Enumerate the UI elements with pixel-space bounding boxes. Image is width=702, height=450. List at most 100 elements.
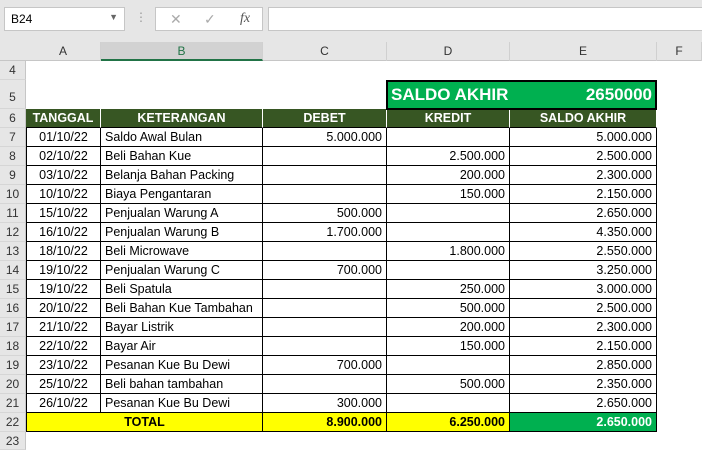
row-header-20[interactable]: 20 (0, 375, 26, 394)
row-header-13[interactable]: 13 (0, 242, 26, 261)
cell-keterangan[interactable]: Belanja Bahan Packing (101, 166, 263, 185)
row-header-5[interactable]: 5 (0, 80, 26, 109)
column-header-d[interactable]: D (387, 42, 510, 61)
cell-tanggal[interactable]: 20/10/22 (26, 299, 101, 318)
cell-debet[interactable] (263, 185, 387, 204)
cell-tanggal[interactable]: 23/10/22 (26, 356, 101, 375)
cell-keterangan[interactable]: Biaya Pengantaran (101, 185, 263, 204)
cell-keterangan[interactable]: Beli Bahan Kue (101, 147, 263, 166)
cell-keterangan[interactable]: Bayar Air (101, 337, 263, 356)
header-saldo-akhir[interactable]: SALDO AKHIR (510, 109, 657, 128)
cell-saldo[interactable]: 2.300.000 (510, 318, 657, 337)
cell-debet[interactable] (263, 375, 387, 394)
row-header-12[interactable]: 12 (0, 223, 26, 242)
cell-saldo[interactable]: 3.250.000 (510, 261, 657, 280)
row-header-9[interactable]: 9 (0, 166, 26, 185)
column-header-c[interactable]: C (263, 42, 387, 61)
cell-keterangan[interactable]: Pesanan Kue Bu Dewi (101, 394, 263, 413)
cell-saldo[interactable]: 2.500.000 (510, 299, 657, 318)
cell-tanggal[interactable]: 10/10/22 (26, 185, 101, 204)
cell-keterangan[interactable]: Pesanan Kue Bu Dewi (101, 356, 263, 375)
cell-keterangan[interactable]: Beli Spatula (101, 280, 263, 299)
cell-kredit[interactable] (387, 394, 510, 413)
cell-debet[interactable] (263, 337, 387, 356)
cell-keterangan[interactable]: Beli bahan tambahan (101, 375, 263, 394)
cell-debet[interactable]: 500.000 (263, 204, 387, 223)
cell-kredit[interactable]: 2.500.000 (387, 147, 510, 166)
cell-keterangan[interactable]: Bayar Listrik (101, 318, 263, 337)
row-header-17[interactable]: 17 (0, 318, 26, 337)
cell-saldo[interactable]: 2.350.000 (510, 375, 657, 394)
cell-saldo[interactable]: 2.850.000 (510, 356, 657, 375)
cell-kredit[interactable]: 150.000 (387, 185, 510, 204)
cell-kredit[interactable]: 250.000 (387, 280, 510, 299)
cell-tanggal[interactable]: 25/10/22 (26, 375, 101, 394)
cell-kredit[interactable] (387, 204, 510, 223)
cell-saldo[interactable]: 4.350.000 (510, 223, 657, 242)
row-header-11[interactable]: 11 (0, 204, 26, 223)
header-kredit[interactable]: KREDIT (387, 109, 510, 128)
cell-tanggal[interactable]: 22/10/22 (26, 337, 101, 356)
cell-keterangan[interactable]: Saldo Awal Bulan (101, 128, 263, 147)
cell-debet[interactable]: 1.700.000 (263, 223, 387, 242)
formula-input[interactable] (268, 7, 702, 31)
cell-debet[interactable] (263, 242, 387, 261)
cell-saldo[interactable]: 2.550.000 (510, 242, 657, 261)
header-debet[interactable]: DEBET (263, 109, 387, 128)
total-saldo[interactable]: 2.650.000 (510, 413, 657, 432)
row-header-16[interactable]: 16 (0, 299, 26, 318)
cell-debet[interactable]: 5.000.000 (263, 128, 387, 147)
cell-keterangan[interactable]: Penjualan Warung C (101, 261, 263, 280)
saldo-akhir-summary[interactable]: SALDO AKHIR 2650000 (386, 80, 657, 110)
cell-kredit[interactable]: 500.000 (387, 299, 510, 318)
cell-saldo[interactable]: 2.300.000 (510, 166, 657, 185)
cell-debet[interactable] (263, 280, 387, 299)
row-header-8[interactable]: 8 (0, 147, 26, 166)
cell-saldo[interactable]: 2.150.000 (510, 337, 657, 356)
cell-tanggal[interactable]: 21/10/22 (26, 318, 101, 337)
cell-debet[interactable] (263, 299, 387, 318)
insert-function-icon[interactable]: fx (240, 11, 250, 27)
cell-keterangan[interactable]: Beli Bahan Kue Tambahan (101, 299, 263, 318)
cell-tanggal[interactable]: 01/10/22 (26, 128, 101, 147)
cell-tanggal[interactable]: 16/10/22 (26, 223, 101, 242)
row-header-6[interactable]: 6 (0, 109, 26, 128)
column-header-f[interactable]: F (657, 42, 702, 61)
name-box[interactable]: B24 ▼ (4, 7, 125, 31)
header-tanggal[interactable]: TANGGAL (26, 109, 101, 128)
cell-keterangan[interactable]: Beli Microwave (101, 242, 263, 261)
cell-saldo[interactable]: 5.000.000 (510, 128, 657, 147)
cell-debet[interactable]: 700.000 (263, 261, 387, 280)
enter-icon[interactable]: ✓ (204, 11, 216, 28)
cell-tanggal[interactable]: 26/10/22 (26, 394, 101, 413)
cell-kredit[interactable]: 150.000 (387, 337, 510, 356)
cell-tanggal[interactable]: 18/10/22 (26, 242, 101, 261)
cell-debet[interactable] (263, 166, 387, 185)
row-header-4[interactable]: 4 (0, 61, 26, 80)
row-header-19[interactable]: 19 (0, 356, 26, 375)
cell-saldo[interactable]: 2.500.000 (510, 147, 657, 166)
cell-kredit[interactable]: 200.000 (387, 318, 510, 337)
row-header-18[interactable]: 18 (0, 337, 26, 356)
cell-debet[interactable] (263, 147, 387, 166)
column-header-b[interactable]: B (101, 42, 263, 61)
chevron-down-icon[interactable]: ▼ (109, 12, 118, 22)
cell-kredit[interactable] (387, 261, 510, 280)
cell-kredit[interactable] (387, 223, 510, 242)
cell-kredit[interactable] (387, 128, 510, 147)
column-header-e[interactable]: E (510, 42, 657, 61)
cell-saldo[interactable]: 2.650.000 (510, 204, 657, 223)
cell-tanggal[interactable]: 02/10/22 (26, 147, 101, 166)
row-header-7[interactable]: 7 (0, 128, 26, 147)
cell-saldo[interactable]: 2.150.000 (510, 185, 657, 204)
column-header-a[interactable]: A (26, 42, 101, 61)
cell-kredit[interactable]: 1.800.000 (387, 242, 510, 261)
cell-kredit[interactable]: 500.000 (387, 375, 510, 394)
cell-tanggal[interactable]: 19/10/22 (26, 280, 101, 299)
cell-debet[interactable] (263, 318, 387, 337)
total-kredit[interactable]: 6.250.000 (387, 413, 510, 432)
header-keterangan[interactable]: KETERANGAN (101, 109, 263, 128)
row-header-23[interactable]: 23 (0, 432, 26, 450)
cell-kredit[interactable] (387, 356, 510, 375)
cell-kredit[interactable]: 200.000 (387, 166, 510, 185)
